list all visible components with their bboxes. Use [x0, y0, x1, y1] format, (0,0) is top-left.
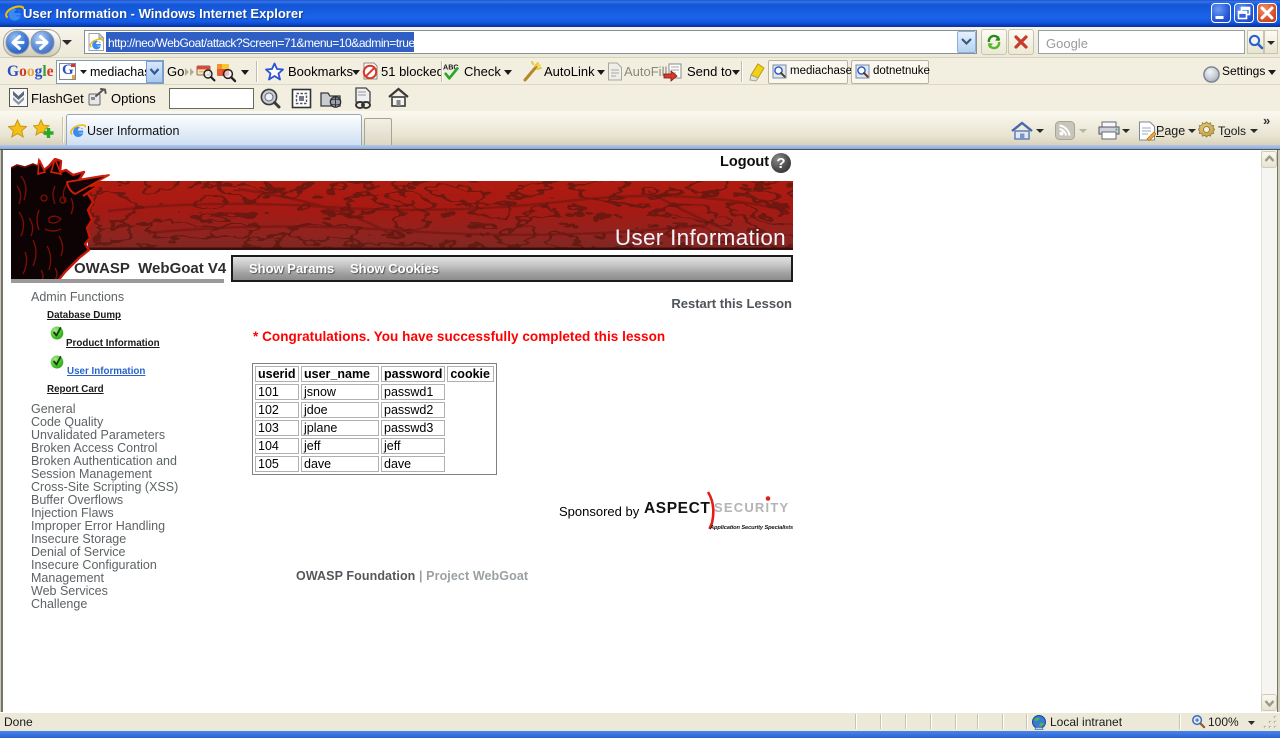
svg-text:ASPECT: ASPECT: [644, 500, 710, 517]
svg-text:Application Security Specialis: Application Security Specialists: [709, 525, 793, 531]
svg-text:?: ?: [776, 155, 785, 172]
svg-text:SECURITY: SECURITY: [714, 500, 789, 515]
